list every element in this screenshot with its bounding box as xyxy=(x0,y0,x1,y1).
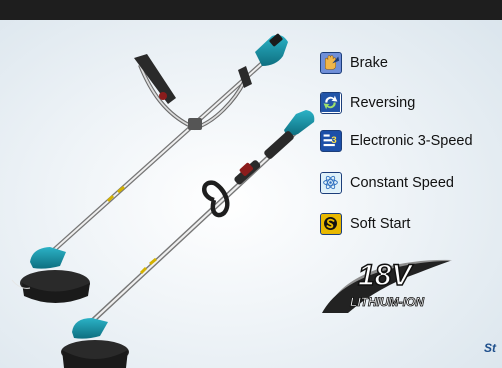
string-trimmers-illustration xyxy=(11,33,315,368)
feature-constant-speed: Constant Speed xyxy=(320,172,454,194)
feature-reversing: Reversing xyxy=(320,92,415,114)
feature-label: Reversing xyxy=(350,95,416,111)
feature-brake: Brake xyxy=(320,52,388,74)
logo-voltage: 18V xyxy=(358,259,414,292)
three-speed-icon: 3 xyxy=(320,130,342,152)
product-promo-image: Brake Reversing 3 Electronic 3-Speed Con… xyxy=(0,0,502,368)
cropped-corner-text: St xyxy=(484,341,496,355)
trimmer-loop-handle xyxy=(61,110,315,368)
feature-label: Constant Speed xyxy=(350,175,454,191)
lithium-ion-18v-logo: 18V LITHIUM-ION xyxy=(318,253,468,323)
svg-text:3: 3 xyxy=(331,135,336,146)
constant-speed-icon xyxy=(320,172,342,194)
logo-chemistry: LITHIUM-ION xyxy=(350,295,424,309)
feature-soft-start: Soft Start xyxy=(320,213,410,235)
feature-label: Electronic 3-Speed xyxy=(350,133,473,149)
reversing-arrows-icon xyxy=(320,92,342,114)
feature-electronic-3-speed: 3 Electronic 3-Speed xyxy=(320,130,473,152)
feature-label: Brake xyxy=(350,55,388,71)
feature-label: Soft Start xyxy=(350,216,411,232)
brake-hand-icon xyxy=(320,52,342,74)
top-bar xyxy=(0,0,502,20)
soft-start-icon xyxy=(320,213,342,235)
